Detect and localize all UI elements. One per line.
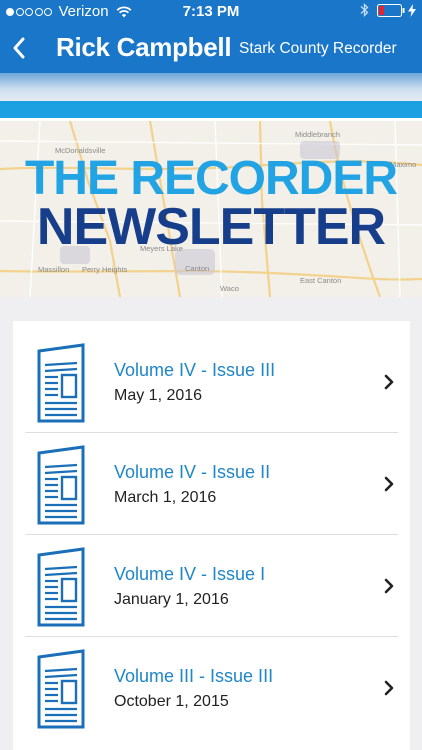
- banner-stripe: [0, 101, 422, 118]
- chevron-right-icon: [384, 374, 394, 390]
- chevron-right-icon: [384, 680, 394, 696]
- list-item[interactable]: Volume IV - Issue II March 1, 2016: [13, 433, 410, 536]
- list-item[interactable]: Volume IV - Issue I January 1, 2016: [13, 535, 410, 638]
- newsletter-title: Volume IV - Issue III: [114, 360, 276, 380]
- map-label: Waco: [220, 284, 239, 293]
- status-time: 7:13 PM: [182, 3, 240, 20]
- newsletter-date: October 1, 2015: [114, 693, 229, 710]
- battery-icon: [377, 3, 405, 17]
- list-item[interactable]: Volume III - Issue III October 1, 2015: [13, 637, 410, 740]
- newsletter-banner: McDonaldsville Middlebranch Maximo Meyer…: [0, 73, 422, 297]
- page-subtitle: Stark County Recorder: [239, 40, 397, 57]
- map-label: Massillon: [38, 265, 69, 274]
- map-label: Middlebranch: [295, 130, 340, 139]
- chevron-left-icon: [13, 37, 25, 59]
- newsletter-title: Volume IV - Issue I: [114, 564, 266, 584]
- newsletter-document-icon: [37, 445, 85, 525]
- status-bar: Verizon 7:13 PM: [0, 0, 422, 23]
- newsletter-date: January 1, 2016: [114, 591, 229, 608]
- chevron-right-icon: [384, 578, 394, 594]
- newsletter-list: Volume IV - Issue III May 1, 2016 Volume…: [13, 321, 410, 750]
- page-title: Rick Campbell: [56, 32, 232, 62]
- app-header: Rick Campbell Stark County Recorder: [0, 23, 422, 73]
- bluetooth-icon: [360, 3, 369, 17]
- map-label: Perry Heights: [82, 265, 128, 274]
- charging-bolt-icon: [408, 3, 416, 17]
- banner-title-line2: NEWSLETTER: [36, 198, 386, 256]
- status-right: [360, 3, 416, 17]
- back-button[interactable]: [6, 33, 32, 63]
- newsletter-title: Volume IV - Issue II: [114, 462, 271, 482]
- banner-sky-image: [0, 73, 422, 103]
- map-label: East Canton: [300, 276, 341, 285]
- newsletter-document-icon: [37, 547, 85, 627]
- newsletter-title: Volume III - Issue III: [114, 666, 274, 686]
- newsletter-document-icon: [37, 649, 85, 729]
- chevron-right-icon: [384, 476, 394, 492]
- list-item[interactable]: Volume IV - Issue III May 1, 2016: [13, 321, 410, 424]
- map-label: Canton: [185, 264, 209, 273]
- newsletter-date: May 1, 2016: [114, 387, 203, 404]
- newsletter-date: March 1, 2016: [114, 489, 217, 506]
- newsletter-document-icon: [37, 343, 85, 423]
